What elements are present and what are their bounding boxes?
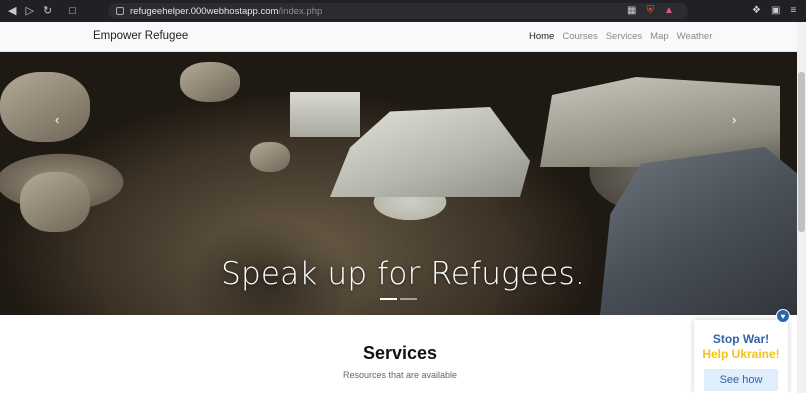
brand-logo[interactable]: Empower Refugee [93, 30, 188, 42]
menu-icon[interactable]: ≡ [790, 6, 796, 16]
extension-icons: ▦ ⛨ ▲ [627, 4, 674, 18]
carousel-indicator-2[interactable] [400, 298, 417, 300]
services-subtitle: Resources that are available [342, 370, 458, 380]
brave-rewards-icon[interactable]: ▲ [664, 6, 674, 16]
widget-line-2: Help Ukraine! [702, 347, 780, 361]
nav-courses[interactable]: Courses [562, 31, 597, 42]
toolbar-icons: ❖ ▣ ≡ [752, 4, 796, 18]
forward-icon[interactable]: ▷ [25, 5, 33, 17]
nav-menu: Home Courses Services Map Weather [529, 31, 712, 42]
scrollbar-thumb[interactable] [798, 72, 805, 232]
heart-icon[interactable]: ♥ [776, 309, 790, 323]
wallet-icon[interactable]: ▣ [771, 6, 780, 16]
bookmark-icon[interactable]: □ [69, 5, 76, 17]
url-path: /index.php [278, 5, 323, 17]
page-scrollbar[interactable] [797, 22, 806, 393]
services-title: Services [362, 343, 438, 363]
carousel-prev-icon[interactable]: ‹ [55, 112, 59, 127]
nav-services[interactable]: Services [606, 31, 642, 42]
carousel-next-icon[interactable]: › [732, 112, 736, 127]
qr-icon[interactable]: ▦ [627, 6, 636, 16]
browser-nav-buttons: ◀ ▷ ↻ □ [0, 5, 92, 17]
back-icon[interactable]: ◀ [8, 5, 16, 17]
widget-line-1: Stop War! [712, 332, 770, 346]
hero-caption: Speak up for Refugees. [221, 256, 585, 292]
lock-icon [116, 7, 124, 15]
url-host: refugeehelper.000webhostapp.com [130, 5, 279, 17]
browser-toolbar: ◀ ▷ ↻ □ refugeehelper.000webhostapp.com /… [0, 0, 806, 22]
hero-carousel: ‹ › Speak up for Refugees. [0, 52, 806, 315]
carousel-indicator-1[interactable] [380, 298, 397, 300]
nav-home[interactable]: Home [529, 31, 554, 42]
reload-icon[interactable]: ↻ [43, 5, 52, 17]
address-bar[interactable]: refugeehelper.000webhostapp.com/index.ph… [108, 3, 688, 19]
puzzle-icon[interactable]: ❖ [752, 6, 761, 16]
nav-weather[interactable]: Weather [677, 31, 713, 42]
stop-war-widget: Stop War! Help Ukraine! See how [694, 320, 788, 393]
brave-shield-icon[interactable]: ⛨ [646, 6, 654, 16]
site-navbar: Empower Refugee Home Courses Services Ma… [0, 22, 806, 52]
see-how-button[interactable]: See how [704, 369, 778, 391]
carousel-indicators [380, 298, 417, 300]
nav-map[interactable]: Map [650, 31, 668, 42]
